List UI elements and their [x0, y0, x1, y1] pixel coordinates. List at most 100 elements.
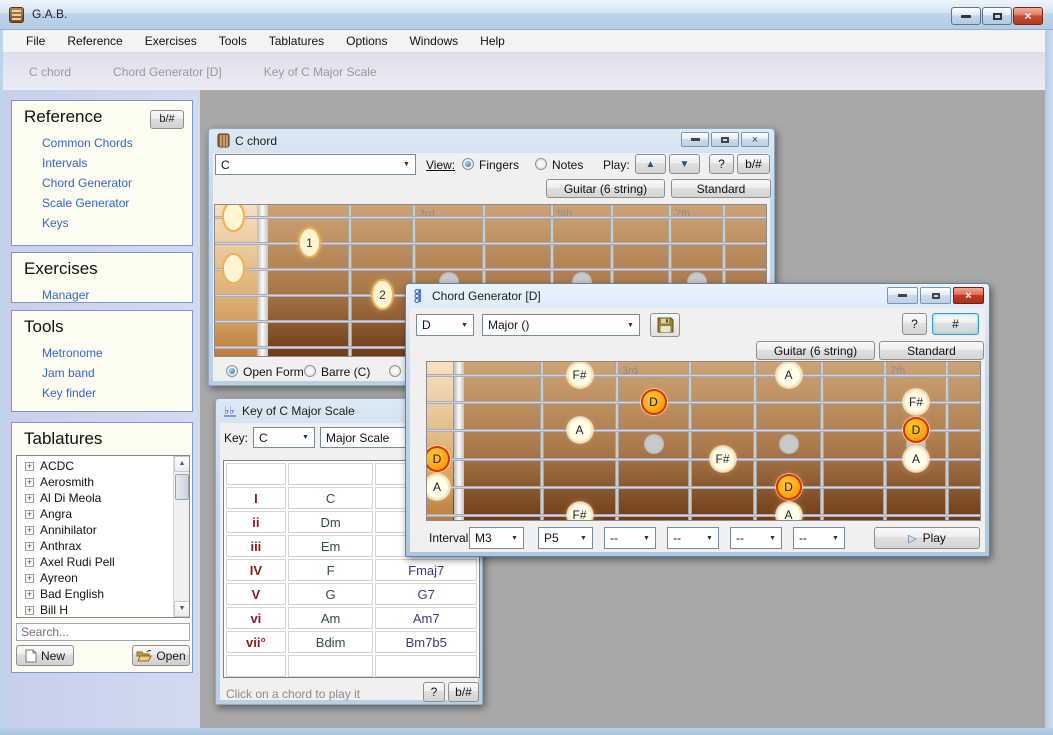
tuning-button[interactable]: Standard	[671, 179, 771, 198]
menu-item-file[interactable]: File	[15, 31, 56, 51]
tree-expand-icon[interactable]: +	[25, 542, 34, 551]
sidebar-link-metronome[interactable]: Metronome	[42, 343, 192, 363]
seventh-chord[interactable]: G7	[375, 583, 477, 605]
tree-item[interactable]: +Ayreon	[17, 570, 172, 586]
triad-chord[interactable]: Am	[288, 607, 374, 629]
menu-item-tablatures[interactable]: Tablatures	[258, 31, 335, 51]
tree-item[interactable]: +Annihilator	[17, 522, 172, 538]
tree-expand-icon[interactable]: +	[25, 510, 34, 519]
c-chord-minimize-button[interactable]	[681, 132, 709, 147]
tree-expand-icon[interactable]: +	[25, 478, 34, 487]
root-note-marker[interactable]: D	[776, 474, 802, 500]
scroll-thumb[interactable]	[175, 474, 189, 500]
tree-expand-icon[interactable]: +	[25, 558, 34, 567]
play-down-button[interactable]: ▼	[669, 154, 700, 174]
tree-item[interactable]: +Al Di Meola	[17, 490, 172, 506]
root-note-marker[interactable]: D	[903, 417, 929, 443]
scroll-down-button[interactable]: ▼	[174, 601, 190, 617]
key-select[interactable]: C ▼	[253, 427, 315, 448]
sidebar-link-key-finder[interactable]: Key finder	[42, 383, 192, 403]
menu-item-help[interactable]: Help	[469, 31, 516, 51]
triad-chord[interactable]: Bdim	[288, 631, 374, 653]
generator-minimize-button[interactable]	[887, 287, 918, 304]
tree-expand-icon[interactable]: +	[25, 574, 34, 583]
generator-instrument-button[interactable]: Guitar (6 string)	[756, 341, 875, 360]
tree-expand-icon[interactable]: +	[25, 526, 34, 535]
note-marker[interactable]: F#	[567, 362, 593, 388]
key-help-button[interactable]: ?	[423, 682, 445, 702]
tab-chord-generator-d[interactable]: Chord Generator [D]	[101, 61, 234, 83]
triad-chord[interactable]: Em	[288, 535, 374, 557]
interval-select-1[interactable]: M3▼	[469, 527, 524, 549]
menu-item-windows[interactable]: Windows	[398, 31, 469, 51]
tree-item[interactable]: +Aerosmith	[17, 474, 172, 490]
sidebar-link-keys[interactable]: Keys	[42, 213, 192, 233]
interval-select-6[interactable]: --▼	[793, 527, 845, 549]
tree-expand-icon[interactable]: +	[25, 494, 34, 503]
form-radio-open-form-1[interactable]	[226, 365, 238, 377]
c-chord-close-button[interactable]: ×	[741, 132, 769, 147]
search-input[interactable]	[16, 623, 190, 641]
instrument-button[interactable]: Guitar (6 string)	[546, 179, 665, 198]
tree-item[interactable]: +Bad English	[17, 586, 172, 602]
form-radio-barre-c[interactable]	[304, 365, 316, 377]
tree-expand-icon[interactable]: +	[25, 606, 34, 615]
c-chord-titlebar[interactable]: C chord ×	[209, 129, 774, 153]
c-chord-maximize-button[interactable]	[711, 132, 739, 147]
tab-c-chord[interactable]: C chord	[17, 61, 83, 83]
generator-close-button[interactable]: ×	[953, 287, 984, 304]
menu-item-exercises[interactable]: Exercises	[134, 31, 208, 51]
note-marker[interactable]: F#	[567, 502, 593, 521]
scroll-up-button[interactable]: ▲	[174, 456, 190, 472]
play-button[interactable]: ▷ Play	[874, 527, 980, 549]
view-fingers-radio[interactable]	[462, 158, 474, 170]
tree-expand-icon[interactable]: +	[25, 462, 34, 471]
save-button[interactable]	[650, 313, 680, 337]
generator-titlebar[interactable]: Chord Generator [D] ×	[406, 284, 989, 308]
tree-item[interactable]: +Angra	[17, 506, 172, 522]
chord-type-select[interactable]: Major () ▼	[482, 314, 640, 336]
tree-item[interactable]: +ACDC	[17, 458, 172, 474]
view-notes-radio[interactable]	[535, 158, 547, 170]
open-button[interactable]: Open	[132, 645, 190, 666]
interval-select-2[interactable]: P5▼	[538, 527, 593, 549]
chord-select[interactable]: C ▼	[215, 154, 416, 175]
interval-select-4[interactable]: --▼	[667, 527, 719, 549]
note-marker[interactable]: A	[567, 417, 593, 443]
note-marker[interactable]: F#	[710, 446, 736, 472]
new-button[interactable]: New	[16, 645, 74, 666]
seventh-chord[interactable]: Fmaj7	[375, 559, 477, 581]
accidental-button[interactable]: b/#	[737, 154, 770, 174]
maximize-button[interactable]	[982, 7, 1012, 25]
interval-select-3[interactable]: --▼	[604, 527, 656, 549]
menu-item-options[interactable]: Options	[335, 31, 398, 51]
tree-expand-icon[interactable]: +	[25, 590, 34, 599]
tree-item[interactable]: +Anthrax	[17, 538, 172, 554]
triad-chord[interactable]: G	[288, 583, 374, 605]
tab-key-of-c-major-scale[interactable]: Key of C Major Scale	[252, 61, 389, 83]
sidebar-link-manager[interactable]: Manager	[42, 285, 192, 305]
sidebar-link-scale-generator[interactable]: Scale Generator	[42, 193, 192, 213]
tree-scrollbar[interactable]: ▲ ▼	[173, 456, 189, 617]
play-up-button[interactable]: ▲	[635, 154, 666, 174]
tree-item[interactable]: +Bill H	[17, 602, 172, 618]
sidebar-link-jam-band[interactable]: Jam band	[42, 363, 192, 383]
note-marker[interactable]: F#	[903, 389, 929, 415]
interval-select-5[interactable]: --▼	[730, 527, 782, 549]
triad-chord[interactable]: Dm	[288, 511, 374, 533]
close-button[interactable]: ×	[1013, 7, 1043, 25]
root-note-select[interactable]: D ▼	[416, 314, 474, 336]
sidebar-link-common-chords[interactable]: Common Chords	[42, 133, 192, 153]
root-note-marker[interactable]: D	[641, 389, 667, 415]
note-marker[interactable]: A	[903, 446, 929, 472]
triad-chord[interactable]: C	[288, 487, 374, 509]
sidebar-link-intervals[interactable]: Intervals	[42, 153, 192, 173]
generator-help-button[interactable]: ?	[902, 313, 927, 335]
key-accidental-button[interactable]: b/#	[448, 682, 479, 702]
note-marker[interactable]: A	[776, 502, 802, 521]
menu-item-tools[interactable]: Tools	[208, 31, 258, 51]
sidebar-link-chord-generator[interactable]: Chord Generator	[42, 173, 192, 193]
seventh-chord[interactable]: Bm7b5	[375, 631, 477, 653]
generator-maximize-button[interactable]	[920, 287, 951, 304]
triad-chord[interactable]: F	[288, 559, 374, 581]
